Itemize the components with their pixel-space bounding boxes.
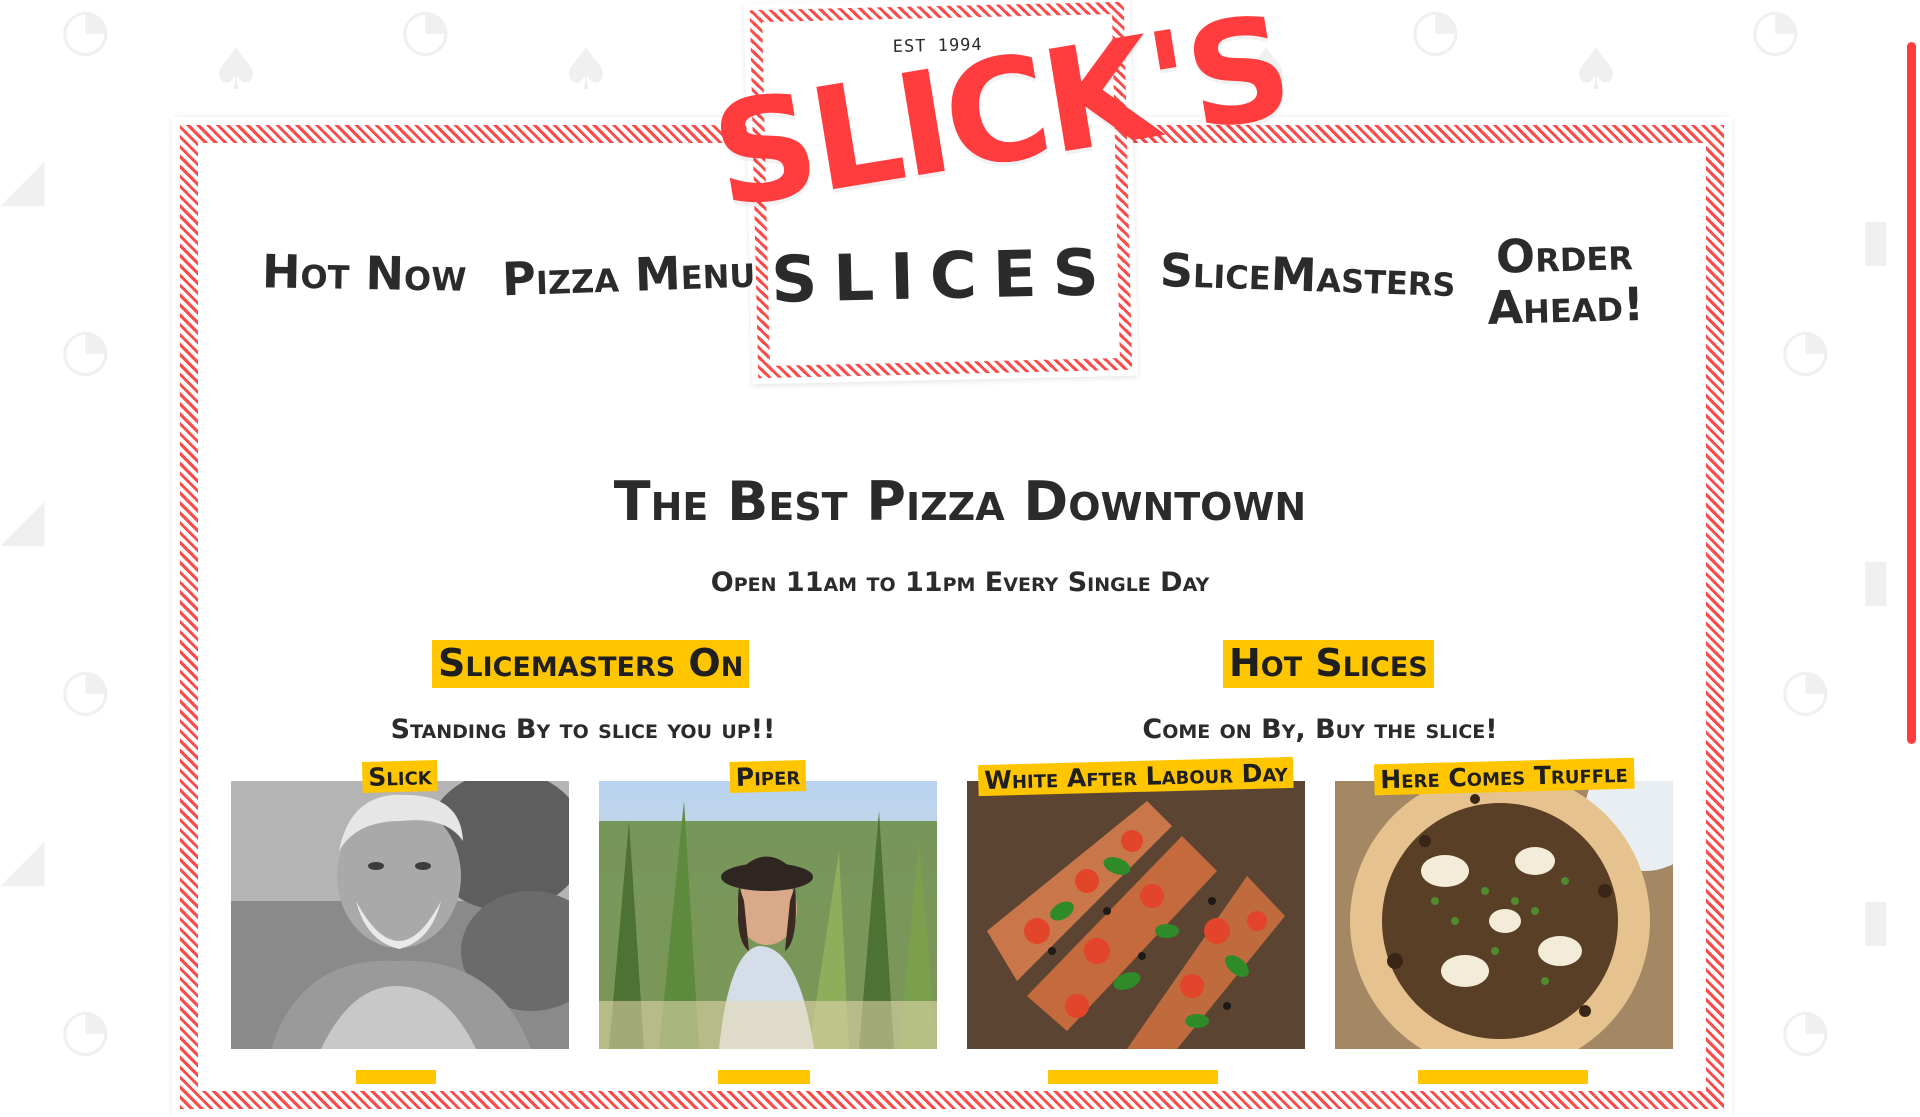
hot-slices-subtitle: Come on By, Buy the slice! [1142,714,1498,745]
nav-hot-now[interactable]: Hot Now [262,244,467,302]
portrait-image [599,781,937,1049]
pizza-icon: ◔ [60,0,111,63]
cut-off-label [718,1070,810,1084]
pizza-icon: ◔ [60,655,111,723]
pizza-icon: ◔ [1750,0,1801,63]
mushroom-icon: ♠ [210,35,262,103]
scrollbar-thumb[interactable] [1907,42,1916,744]
nav-pizza-menu[interactable]: Pizza Menu [501,244,756,307]
slicemaster-card[interactable]: Piper [599,760,937,1049]
page-title: The Best Pizza Downtown [613,470,1307,533]
cut-off-label [1048,1070,1218,1084]
slicemasters-heading: Slicemasters On [432,640,750,688]
hot-slice-card[interactable]: White After Labour Day [967,756,1305,1049]
pizza-slice-icon: ◢ [0,485,45,553]
pizza-image [967,781,1305,1049]
hot-slices-heading: Hot Slices [1223,640,1434,688]
bottle-icon: ▮ [1860,545,1892,613]
pizza-slice-icon: ◢ [0,145,45,213]
pizza-icon: ◔ [400,0,451,63]
hot-slice-card[interactable]: Here Comes Truffle [1335,757,1673,1049]
bottle-icon: ▮ [1860,885,1892,953]
slicemasters-subtitle: Standing By to slice you up!! [390,714,776,745]
slicemaster-card[interactable]: Slick [231,760,569,1049]
pizza-icon: ◔ [1780,655,1831,723]
pizza-slice-icon: ◢ [0,825,45,893]
cut-off-label [1418,1070,1588,1084]
nav-order-ahead[interactable]: Order Ahead! [1479,226,1652,334]
portrait-image [231,781,569,1049]
pizza-icon: ◔ [1780,315,1831,383]
pizza-icon: ◔ [1410,0,1461,63]
pizza-image [1335,781,1673,1049]
pizza-icon: ◔ [1780,995,1831,1063]
mushroom-icon: ♠ [560,35,612,103]
card-label: Slick [361,760,439,793]
bottle-icon: ▮ [1860,205,1892,273]
mushroom-icon: ♠ [1570,35,1622,103]
pizza-icon: ◔ [60,315,111,383]
logo-subtitle: SLICES [770,236,1116,318]
opening-hours: Open 11am to 11pm Every Single Day [710,567,1210,598]
pizza-icon: ◔ [60,995,111,1063]
nav-slicemasters[interactable]: SliceMasters [1159,243,1456,307]
card-label: Piper [729,760,807,793]
logo[interactable]: EST 1994 SLICK'S SLICES [702,0,1299,385]
cut-off-label [356,1070,436,1084]
